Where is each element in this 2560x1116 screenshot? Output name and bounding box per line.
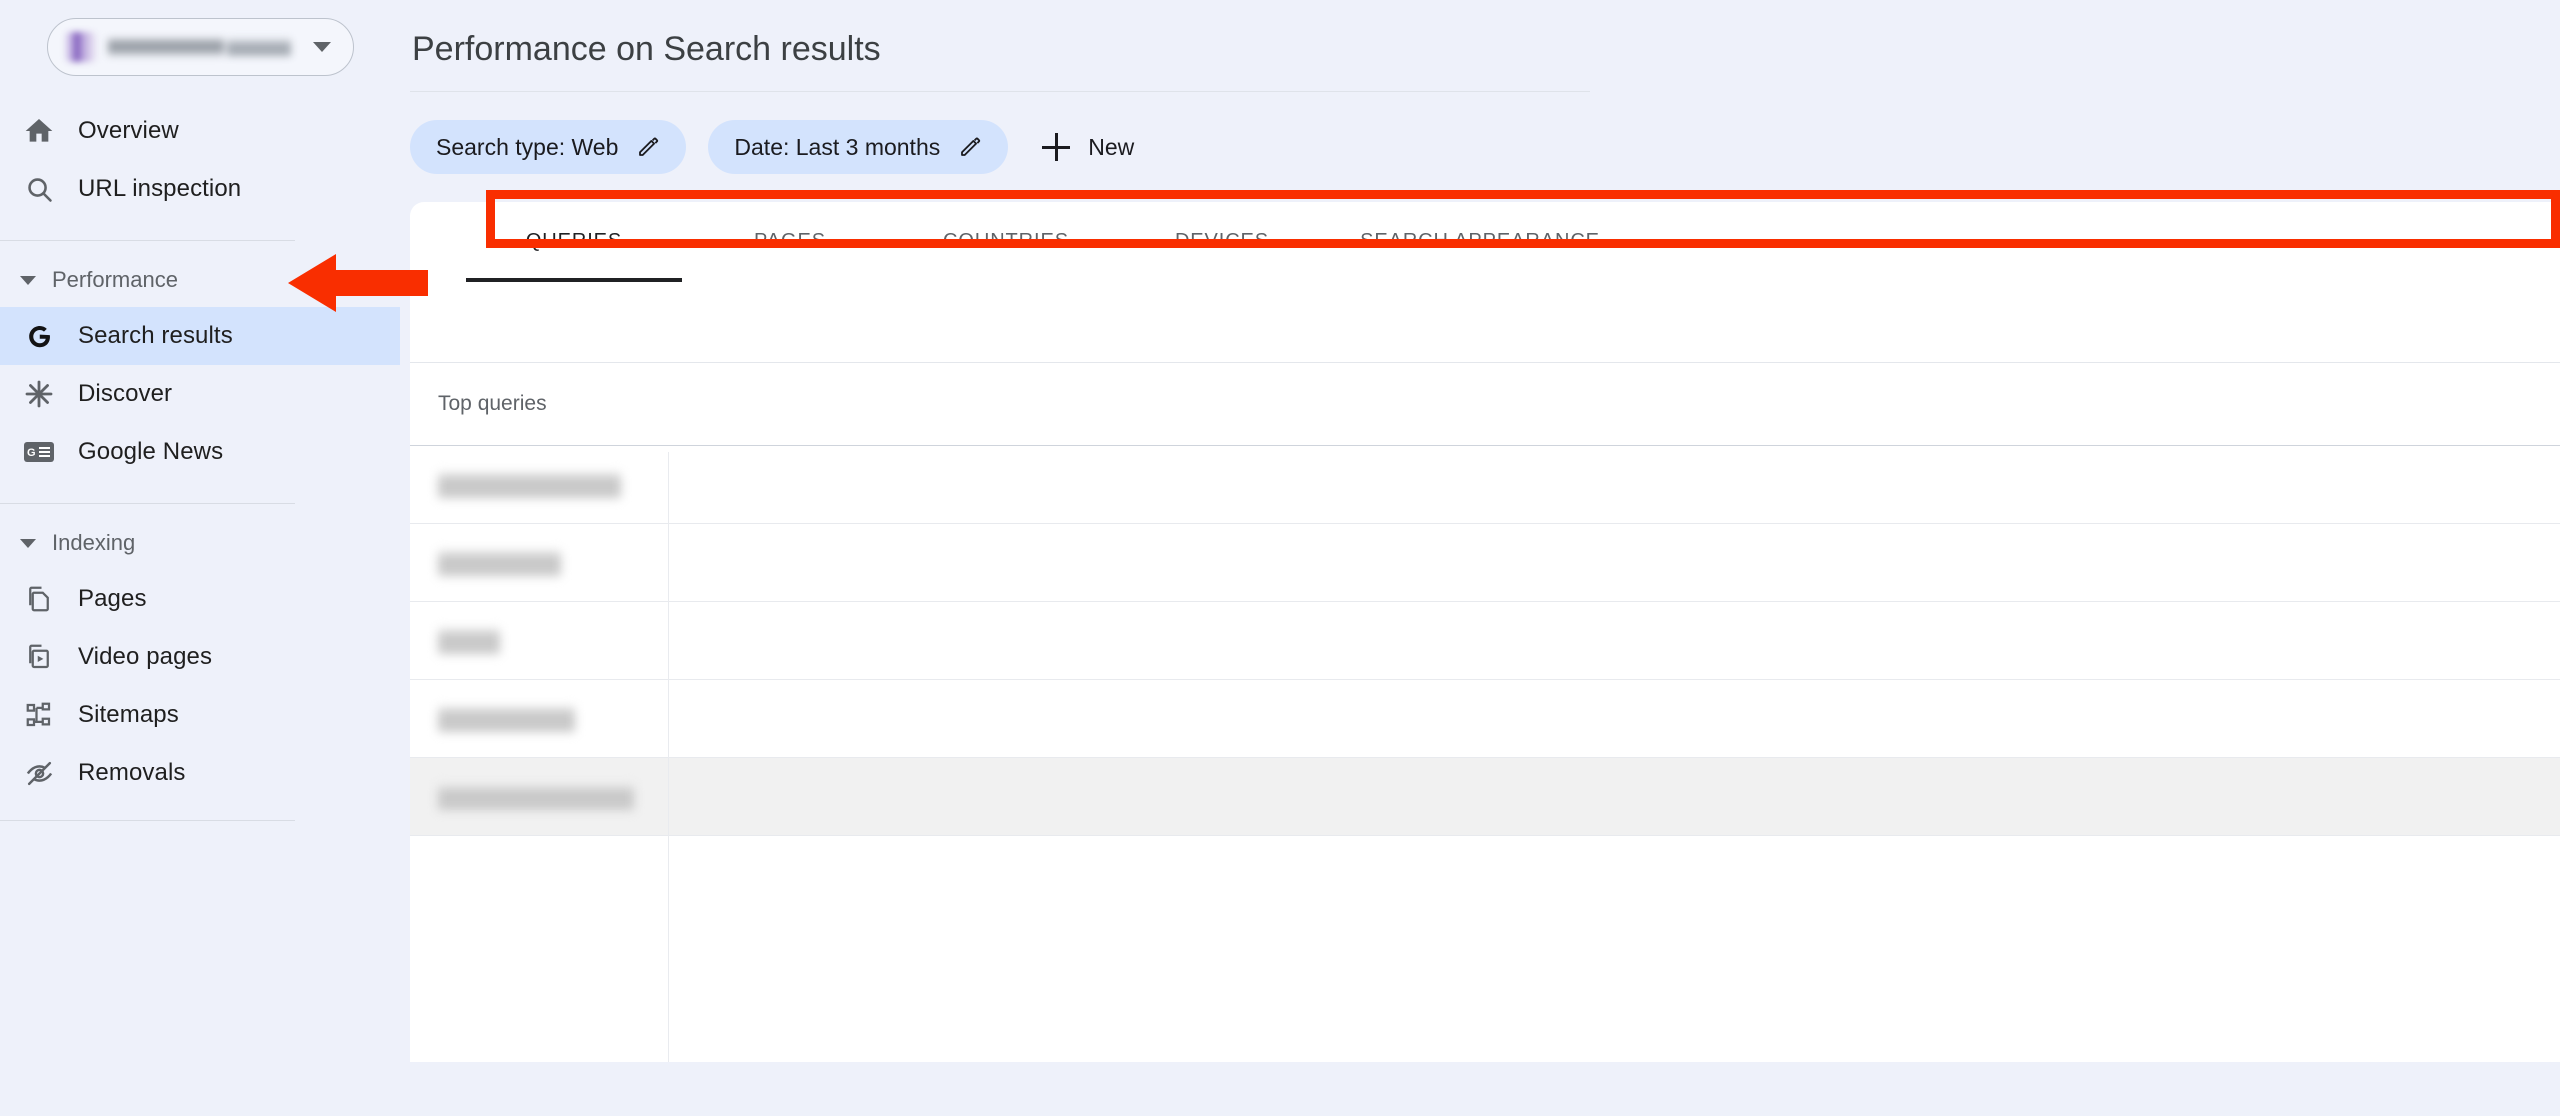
tab-label: DEVICES bbox=[1175, 230, 1269, 253]
chevron-down-icon[interactable] bbox=[313, 42, 331, 52]
sidebar-item-search-results[interactable]: Search results bbox=[0, 307, 400, 365]
sidebar-item-sitemaps[interactable]: Sitemaps bbox=[0, 686, 400, 744]
table-row[interactable] bbox=[410, 446, 2560, 524]
query-value-redacted bbox=[438, 472, 621, 498]
sidebar-item-overview[interactable]: Overview bbox=[0, 102, 400, 160]
query-value-redacted bbox=[438, 784, 634, 810]
tab-search-appearance[interactable]: SEARCH APPEARANCE bbox=[1330, 202, 1630, 280]
sidebar-divider-1 bbox=[0, 240, 295, 241]
tab-label: QUERIES bbox=[526, 230, 622, 253]
query-value-redacted bbox=[438, 550, 561, 576]
query-cell bbox=[410, 472, 670, 498]
sidebar-item-video-pages[interactable]: Video pages bbox=[0, 628, 400, 686]
filter-chip-date[interactable]: Date: Last 3 months bbox=[708, 120, 1008, 174]
query-cell bbox=[410, 550, 670, 576]
query-value-redacted bbox=[438, 628, 500, 654]
sidebar-item-label: URL inspection bbox=[78, 175, 241, 203]
google-news-icon: G bbox=[22, 435, 56, 469]
tab-countries[interactable]: COUNTRIES bbox=[898, 202, 1114, 280]
discover-asterisk-icon bbox=[22, 377, 56, 411]
tab-label: COUNTRIES bbox=[943, 230, 1069, 253]
filter-chip-label: Date: Last 3 months bbox=[734, 134, 940, 161]
sidebar-item-removals[interactable]: Removals bbox=[0, 744, 400, 802]
home-icon bbox=[22, 114, 56, 148]
sidebar-item-label: Discover bbox=[78, 380, 172, 408]
tab-label: SEARCH APPEARANCE bbox=[1360, 230, 1600, 253]
sidebar-divider-2 bbox=[0, 503, 295, 504]
pencil-icon[interactable] bbox=[958, 135, 982, 159]
main-content: Performance on Search results Search typ… bbox=[400, 0, 2560, 1116]
sidebar: Overview URL inspection Performance bbox=[0, 0, 400, 1116]
property-selector[interactable] bbox=[47, 18, 354, 76]
tab-devices[interactable]: DEVICES bbox=[1114, 202, 1330, 280]
filter-chip-search-type[interactable]: Search type: Web bbox=[410, 120, 686, 174]
add-new-filter-label: New bbox=[1088, 134, 1134, 161]
chart-area bbox=[410, 280, 2560, 362]
eye-off-icon bbox=[22, 756, 56, 790]
property-logo bbox=[66, 32, 96, 62]
query-cell bbox=[410, 628, 670, 654]
sidebar-item-label: Google News bbox=[78, 438, 223, 466]
plus-icon bbox=[1042, 133, 1070, 161]
tab-pages[interactable]: PAGES bbox=[682, 202, 898, 280]
sidebar-item-pages[interactable]: Pages bbox=[0, 570, 400, 628]
chevron-down-icon[interactable] bbox=[20, 539, 36, 548]
sitemaps-tree-icon bbox=[22, 698, 56, 732]
sidebar-item-label: Video pages bbox=[78, 643, 212, 671]
column-header-top-queries: Top queries bbox=[410, 392, 547, 416]
property-name-redacted bbox=[108, 32, 295, 62]
table-row[interactable] bbox=[410, 602, 2560, 680]
filter-chip-label: Search type: Web bbox=[436, 134, 618, 161]
tab-label: PAGES bbox=[754, 230, 826, 253]
sidebar-section-performance[interactable]: Performance bbox=[0, 253, 400, 307]
sidebar-section-label: Indexing bbox=[52, 530, 135, 556]
sidebar-item-label: Removals bbox=[78, 759, 186, 787]
sidebar-item-label: Sitemaps bbox=[78, 701, 179, 729]
performance-card: QUERIES PAGES COUNTRIES DEVICES SEARCH A… bbox=[410, 202, 2560, 1062]
sidebar-section-label: Performance bbox=[52, 267, 178, 293]
search-console-app: Overview URL inspection Performance bbox=[0, 0, 2560, 1116]
tabs-bar: QUERIES PAGES COUNTRIES DEVICES SEARCH A… bbox=[410, 202, 2560, 280]
sidebar-item-label: Pages bbox=[78, 585, 147, 613]
tab-queries[interactable]: QUERIES bbox=[466, 202, 682, 280]
table-row[interactable] bbox=[410, 680, 2560, 758]
sidebar-item-google-news[interactable]: G Google News bbox=[0, 423, 400, 481]
svg-text:G: G bbox=[27, 447, 36, 459]
page-title: Performance on Search results bbox=[400, 0, 2560, 69]
chevron-down-icon[interactable] bbox=[20, 276, 36, 285]
table-header-row: Top queries bbox=[410, 362, 2560, 446]
query-cell bbox=[410, 706, 670, 732]
google-g-icon bbox=[22, 319, 56, 353]
add-new-filter-button[interactable]: New bbox=[1030, 133, 1134, 161]
sidebar-section-indexing[interactable]: Indexing bbox=[0, 516, 400, 570]
table-row[interactable] bbox=[410, 524, 2560, 602]
column-separator bbox=[668, 452, 669, 1062]
pages-copy-icon bbox=[22, 582, 56, 616]
query-cell bbox=[410, 784, 670, 810]
primary-nav: Overview URL inspection bbox=[0, 102, 400, 218]
sidebar-item-label: Search results bbox=[78, 322, 233, 350]
table-row[interactable] bbox=[410, 758, 2560, 836]
query-value-redacted bbox=[438, 706, 575, 732]
sidebar-item-url-inspection[interactable]: URL inspection bbox=[0, 160, 400, 218]
video-pages-icon bbox=[22, 640, 56, 674]
sidebar-item-discover[interactable]: Discover bbox=[0, 365, 400, 423]
queries-table: Top queries bbox=[410, 362, 2560, 836]
search-icon bbox=[22, 172, 56, 206]
pencil-icon[interactable] bbox=[636, 135, 660, 159]
filters-bar: Search type: Web Date: Last 3 months bbox=[400, 92, 2560, 174]
sidebar-divider-3 bbox=[0, 820, 295, 821]
sidebar-item-label: Overview bbox=[78, 117, 179, 145]
